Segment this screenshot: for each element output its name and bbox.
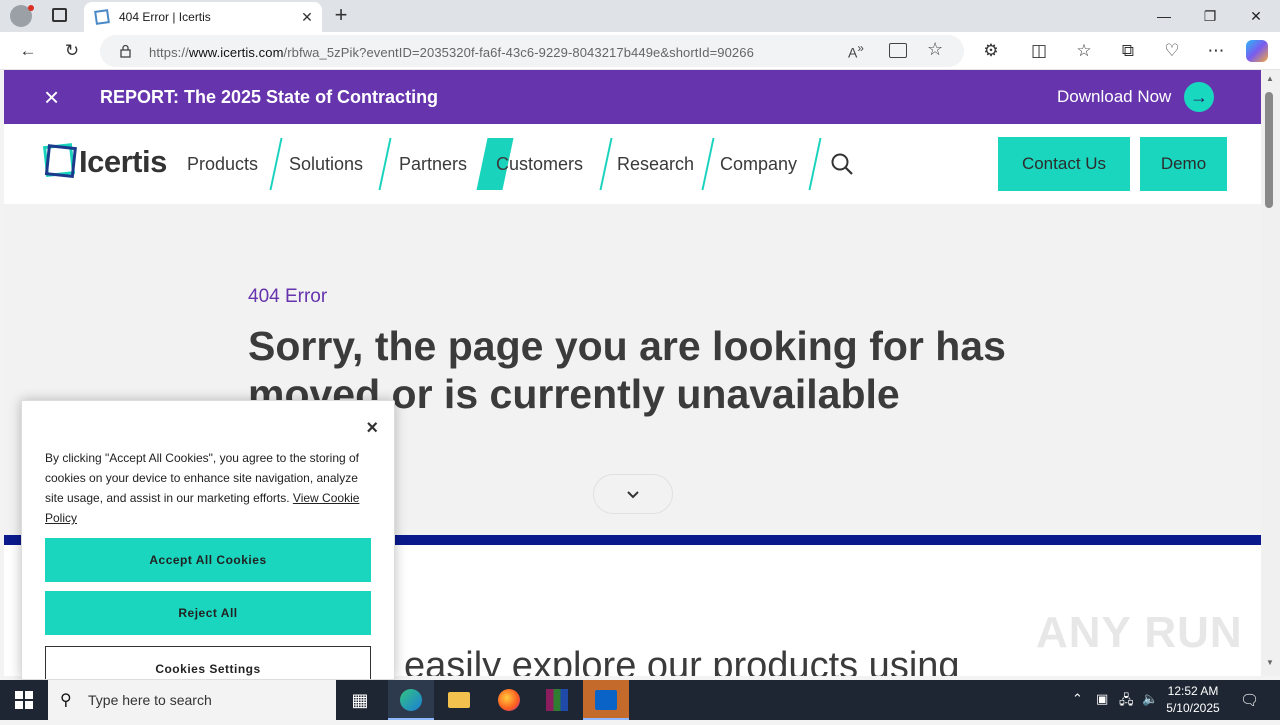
volume-icon[interactable]: 🔈: [1142, 691, 1158, 707]
scroll-up-icon[interactable]: ▲: [1266, 74, 1274, 83]
outlook-icon[interactable]: [583, 680, 629, 720]
banner-close-icon[interactable]: ×: [44, 84, 59, 110]
tab-favicon-icon: [94, 9, 110, 25]
favorite-star-icon[interactable]: ☆: [927, 39, 943, 60]
winrar-icon[interactable]: [534, 680, 580, 720]
logo-wordmark: Icertis: [79, 144, 167, 179]
tab-title: 404 Error | Icertis: [119, 10, 211, 24]
products-heading: easily explore our products using: [404, 645, 960, 676]
promo-banner: × REPORT: The 2025 State of Contracting …: [4, 70, 1261, 124]
network-icon[interactable]: 🖧: [1119, 691, 1134, 713]
nav-company[interactable]: Company: [720, 154, 797, 175]
taskbar-search[interactable]: ⚲ Type here to search: [48, 680, 336, 720]
extensions-icon[interactable]: ⚙: [977, 37, 1005, 65]
more-menu-icon[interactable]: ⋯: [1202, 37, 1230, 65]
cookies-settings-button[interactable]: Cookies Settings: [45, 646, 371, 679]
nav-customers[interactable]: Customers: [496, 154, 583, 175]
browser-titlebar: 404 Error | Icertis ✕ + — ❐ ✕: [0, 0, 1280, 32]
demo-button[interactable]: Demo: [1140, 137, 1227, 191]
url-path: /rbfwa_5zPik?eventID=2035320f-fa6f-43c6-…: [283, 45, 754, 60]
cookie-close-icon[interactable]: ×: [366, 417, 378, 440]
url-prefix: https://: [149, 45, 189, 60]
refresh-icon[interactable]: ↻: [58, 37, 86, 65]
nav-divider: [269, 138, 283, 190]
windows-logo-icon: [15, 691, 33, 709]
icertis-logo-mark: [42, 143, 77, 178]
site-header: Icertis Products Solutions Partners Cust…: [4, 124, 1261, 204]
minimize-icon[interactable]: —: [1141, 0, 1187, 32]
notifications-icon[interactable]: 🗨: [1240, 691, 1259, 709]
nav-partners[interactable]: Partners: [399, 154, 467, 175]
cookie-text: By clicking "Accept All Cookies", you ag…: [45, 448, 375, 528]
tab-actions-icon[interactable]: [52, 8, 67, 22]
firefox-icon[interactable]: [486, 680, 532, 720]
nav-divider: [599, 138, 613, 190]
download-now-link[interactable]: Download Now: [1057, 87, 1171, 107]
windows-taskbar: ⚲ Type here to search ▦ ⌃ ▣ 🖧 🔈 12:52 AM…: [0, 680, 1280, 720]
browser-toolbar: ← ↻ https://www.icertis.com/rbfwa_5zPik?…: [0, 32, 1280, 70]
edge-taskbar-icon[interactable]: [388, 680, 434, 720]
new-tab-icon[interactable]: +: [330, 4, 352, 28]
nav-products[interactable]: Products: [187, 154, 258, 175]
immersive-reader-icon[interactable]: [889, 43, 907, 58]
nav-divider: [701, 138, 715, 190]
search-icon: ⚲: [60, 692, 72, 709]
nav-divider: [378, 138, 392, 190]
nav-solutions[interactable]: Solutions: [289, 154, 363, 175]
url-domain: www.icertis.com: [188, 45, 284, 60]
page-scrollbar[interactable]: ▲ ▼: [1261, 70, 1280, 676]
search-icon[interactable]: [830, 152, 854, 176]
clock-time: 12:52 AM: [1167, 684, 1219, 698]
taskbar-search-placeholder: Type here to search: [88, 692, 212, 708]
browser-essentials-icon[interactable]: ♡: [1158, 37, 1186, 65]
lock-icon[interactable]: [120, 44, 131, 58]
start-button[interactable]: [0, 680, 48, 720]
scroll-down-icon[interactable]: ▼: [1266, 658, 1274, 667]
nav-divider: [808, 138, 822, 190]
tab-close-icon[interactable]: ✕: [298, 8, 316, 26]
reject-all-button[interactable]: Reject All: [45, 591, 371, 635]
cookie-consent-dialog: × By clicking "Accept All Cookies", you …: [21, 400, 395, 680]
arrow-right-icon[interactable]: →: [1184, 82, 1214, 112]
tray-app-icon[interactable]: ▣: [1096, 691, 1108, 707]
collections-icon[interactable]: ⧉: [1114, 37, 1142, 65]
url-text[interactable]: https://www.icertis.com/rbfwa_5zPik?even…: [149, 45, 754, 60]
copilot-icon[interactable]: [1246, 40, 1268, 62]
anyrun-watermark: ANY RUN: [1036, 608, 1243, 657]
scrollbar-thumb[interactable]: [1265, 92, 1273, 208]
window-close-icon[interactable]: ✕: [1233, 0, 1279, 32]
system-clock[interactable]: 12:52 AM 5/10/2025: [1160, 683, 1226, 717]
task-view-icon[interactable]: ▦: [337, 680, 383, 720]
browser-tab[interactable]: 404 Error | Icertis ✕: [84, 2, 322, 32]
tray-chevron-icon[interactable]: ⌃: [1072, 691, 1083, 707]
contact-us-button[interactable]: Contact Us: [998, 137, 1130, 191]
scroll-down-button[interactable]: [593, 474, 673, 514]
read-aloud-icon[interactable]: A»: [848, 42, 864, 61]
error-eyebrow: 404 Error: [248, 286, 328, 307]
accept-all-cookies-button[interactable]: Accept All Cookies: [45, 538, 371, 582]
back-icon[interactable]: ←: [14, 37, 42, 65]
banner-text[interactable]: REPORT: The 2025 State of Contracting: [100, 87, 438, 108]
split-screen-icon[interactable]: ◫: [1025, 37, 1053, 65]
chevron-down-icon: [627, 491, 639, 499]
address-bar[interactable]: https://www.icertis.com/rbfwa_5zPik?even…: [100, 35, 964, 67]
restore-icon[interactable]: ❐: [1187, 0, 1233, 32]
notification-dot: [28, 5, 34, 11]
nav-research[interactable]: Research: [617, 154, 694, 175]
clock-date: 5/10/2025: [1166, 701, 1220, 715]
favorites-icon[interactable]: ☆: [1070, 37, 1098, 65]
file-explorer-icon[interactable]: [436, 680, 482, 720]
